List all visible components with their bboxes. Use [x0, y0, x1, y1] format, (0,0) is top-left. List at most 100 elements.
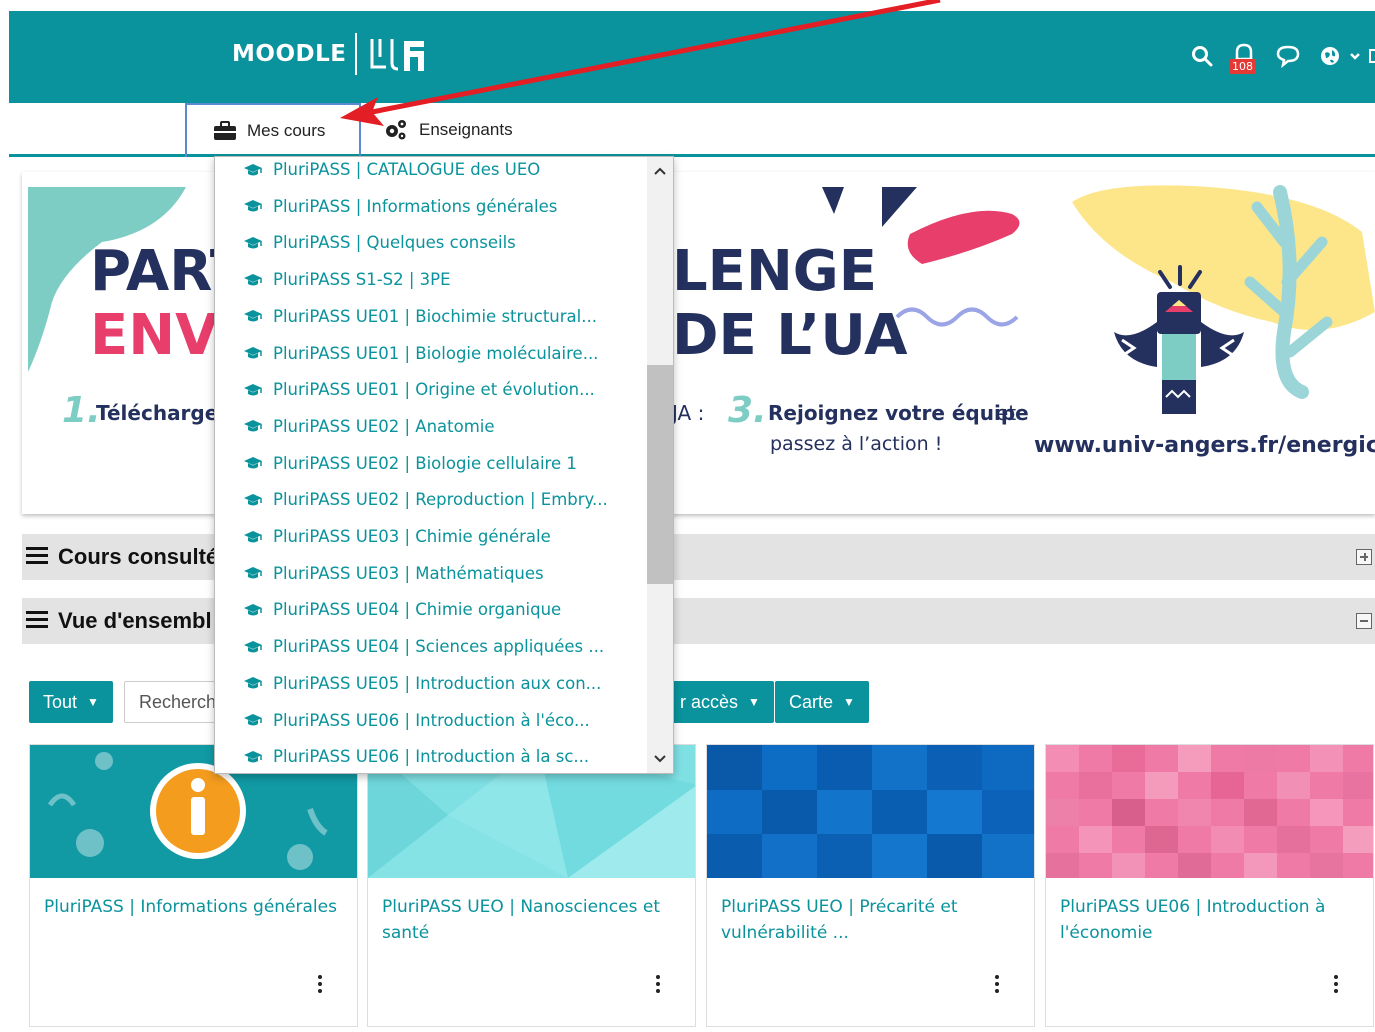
hamburger-icon[interactable] — [26, 547, 48, 565]
course-card[interactable]: PluriPASS UEO | Nanosciences et santé — [367, 744, 696, 1027]
course-menu-item-label: PluriPASS UE04 | Chimie organique — [273, 600, 562, 620]
banner-step3-text: Rejoignez votre équipe — [768, 401, 1029, 425]
course-menu-item[interactable]: PluriPASS UE02 | Biologie cellulaire 1 — [243, 454, 577, 473]
course-card[interactable]: PluriPASS | Informations générales — [29, 744, 358, 1027]
graduation-cap-icon — [244, 200, 262, 212]
graduation-cap-icon — [244, 420, 262, 432]
notification-badge: 108 — [1229, 59, 1256, 74]
course-image — [707, 745, 1034, 878]
graduation-cap-icon — [244, 603, 262, 616]
course-menu-item-label: PluriPASS UE02 | Biologie cellulaire 1 — [273, 453, 577, 473]
banner-headline-1b: LENGE — [672, 239, 877, 304]
graduation-cap-icon — [244, 750, 262, 763]
brand-separator — [355, 33, 358, 75]
navbar-icons: 108 — [1191, 41, 1375, 74]
course-card-title[interactable]: PluriPASS | Informations générales — [30, 878, 357, 920]
filter-all-label: Tout — [43, 691, 78, 712]
chevron-down-icon: ▼ — [87, 695, 99, 709]
graduation-cap-icon — [244, 273, 262, 286]
banner-step3-line2: passez à l’action ! — [770, 433, 942, 455]
banner-headline-2b: DE L’UA — [672, 303, 908, 368]
course-menu-item-label: PluriPASS UE02 | Reproduction | Embry... — [273, 490, 608, 510]
user-menu[interactable] — [1319, 45, 1375, 67]
banner-step1-text: Téléchargez — [96, 401, 230, 425]
course-card-title[interactable]: PluriPASS UE06 | Introduction à l'économ… — [1046, 878, 1373, 946]
drawer-toggle-icon[interactable] — [1369, 49, 1375, 63]
chevron-down-icon: ▼ — [843, 695, 855, 709]
course-menu-item[interactable]: PluriPASS UE06 | Introduction à la sc... — [243, 747, 589, 766]
course-card[interactable]: PluriPASS UE06 | Introduction à l'économ… — [1045, 744, 1374, 1027]
scroll-thumb[interactable] — [647, 365, 673, 584]
graduation-cap-icon — [244, 567, 262, 579]
graduation-cap-icon — [244, 163, 262, 175]
gears-icon — [386, 120, 406, 140]
banner-step2-fragment: JA : — [670, 401, 704, 425]
course-menu-item[interactable]: PluriPASS UE01 | Biochimie structural... — [243, 307, 597, 326]
collapse-icon[interactable] — [1356, 613, 1372, 629]
briefcase-icon — [214, 121, 236, 140]
course-menu-item[interactable]: PluriPASS UE04 | Sciences appliquées ... — [243, 637, 604, 656]
course-menu-item[interactable]: PluriPASS UE01 | Biologie moléculaire... — [243, 344, 598, 363]
more-options-icon[interactable] — [995, 975, 1000, 996]
banner-url: www.univ-angers.fr/energic — [1034, 433, 1375, 458]
course-menu-item[interactable]: PluriPASS UE03 | Chimie générale — [243, 527, 551, 546]
graduation-cap-icon — [244, 530, 262, 542]
course-menu-item[interactable]: PluriPASS | Quelques conseils — [243, 233, 516, 252]
course-menu-item-label: PluriPASS UE01 | Biochimie structural... — [273, 306, 597, 326]
more-options-icon[interactable] — [318, 975, 323, 996]
graduation-cap-icon — [244, 383, 262, 396]
course-menu-item[interactable]: PluriPASS S1-S2 | 3PE — [243, 270, 451, 289]
tab-mes-cours[interactable]: Mes cours — [185, 103, 361, 157]
course-menu-item[interactable]: PluriPASS | CATALOGUE des UEO — [243, 160, 540, 179]
course-menu-item[interactable]: PluriPASS UE01 | Origine et évolution... — [243, 380, 595, 399]
graduation-cap-icon — [244, 457, 262, 469]
course-menu-item-label: PluriPASS UE04 | Sciences appliquées ... — [273, 637, 605, 657]
course-card[interactable]: PluriPASS UEO | Précarité et vulnérabili… — [706, 744, 1035, 1027]
search-icon[interactable] — [1191, 45, 1213, 67]
view-mode-label: Carte — [789, 691, 834, 712]
chat-icon[interactable] — [1275, 44, 1301, 68]
notifications-button[interactable]: 108 — [1229, 41, 1257, 74]
scroll-up-icon[interactable] — [647, 159, 673, 183]
tab-enseignants[interactable]: Enseignants — [381, 103, 513, 157]
banner-step1-number: 1. — [62, 390, 101, 431]
hamburger-icon[interactable] — [26, 611, 48, 629]
scroll-down-icon[interactable] — [647, 747, 673, 771]
page: MOODLE 108 Mes cours Enseignants PART EN… — [0, 0, 1375, 1032]
sort-label: r accès — [680, 691, 739, 712]
expand-icon[interactable] — [1356, 549, 1372, 565]
chevron-down-icon — [1350, 53, 1360, 60]
site-logo[interactable]: MOODLE — [232, 33, 428, 75]
section-course-overview-title: Vue d'ensembl — [58, 608, 212, 633]
graduation-cap-icon — [244, 347, 262, 359]
graduation-cap-icon — [244, 236, 262, 249]
tab-mes-cours-label: Mes cours — [247, 121, 326, 140]
course-menu-item[interactable]: PluriPASS UE03 | Mathématiques — [243, 564, 544, 583]
course-menu-item[interactable]: PluriPASS UE06 | Introduction à l'éco... — [243, 711, 590, 730]
course-menu-item[interactable]: PluriPASS UE02 | Anatomie — [243, 417, 495, 436]
course-menu-item[interactable]: PluriPASS UE05 | Introduction aux con... — [243, 674, 601, 693]
course-menu-item[interactable]: PluriPASS | Informations générales — [243, 197, 557, 216]
top-navbar: MOODLE 108 — [9, 11, 1375, 103]
course-menu-item-label: PluriPASS UE02 | Anatomie — [273, 416, 495, 436]
secondary-nav: Mes cours Enseignants — [9, 103, 1375, 157]
course-menu-item-label: PluriPASS UE06 | Introduction à l'éco... — [273, 710, 590, 730]
dropdown-scrollbar[interactable] — [647, 157, 673, 773]
course-menu-item[interactable]: PluriPASS UE04 | Chimie organique — [243, 600, 561, 619]
course-menu-item-label: PluriPASS UE05 | Introduction aux con... — [273, 673, 602, 693]
more-options-icon[interactable] — [656, 975, 661, 996]
course-card-title[interactable]: PluriPASS UEO | Précarité et vulnérabili… — [707, 878, 1034, 946]
graduation-cap-icon — [244, 493, 262, 506]
tab-enseignants-label: Enseignants — [419, 120, 513, 139]
more-options-icon[interactable] — [1334, 975, 1339, 996]
filter-all-button[interactable]: Tout ▼ — [29, 681, 113, 723]
course-menu-item-label: PluriPASS UE03 | Chimie générale — [273, 527, 551, 546]
graduation-cap-icon — [244, 677, 262, 689]
graduation-cap-icon — [244, 640, 262, 653]
course-card-title[interactable]: PluriPASS UEO | Nanosciences et santé — [368, 878, 695, 946]
view-mode-button[interactable]: Carte ▼ — [775, 681, 869, 723]
course-menu-item-label: PluriPASS | Quelques conseils — [273, 233, 516, 253]
chevron-down-icon: ▼ — [748, 695, 760, 709]
globe-icon — [1321, 47, 1339, 65]
course-menu-item[interactable]: PluriPASS UE02 | Reproduction | Embry... — [243, 490, 608, 509]
